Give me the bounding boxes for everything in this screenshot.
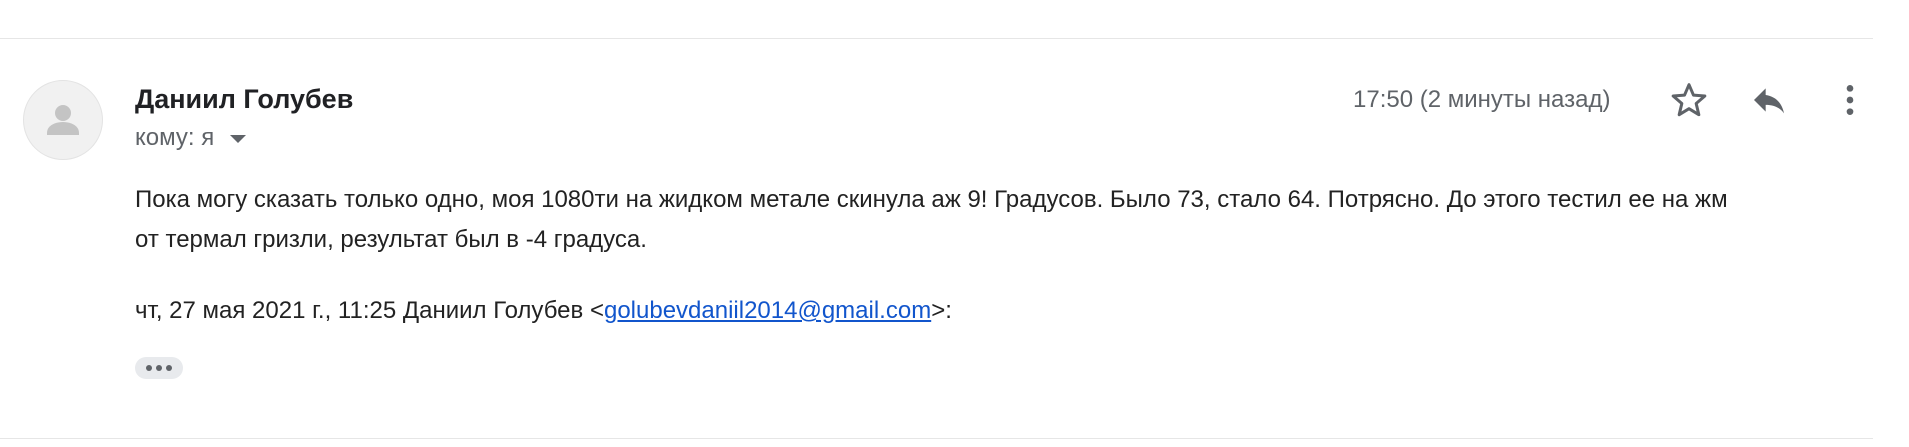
person-icon — [47, 105, 79, 135]
more-options-button[interactable] — [1826, 76, 1874, 124]
show-trimmed-content-button[interactable] — [135, 357, 183, 379]
sender-avatar[interactable] — [23, 80, 103, 160]
message-body-line: от термал гризли, результат был в -4 гра… — [135, 226, 647, 253]
ellipsis-icon — [166, 365, 172, 371]
quoted-message-header: чт, 27 мая 2021 г., 11:25 Даниил Голубев… — [135, 297, 952, 325]
bottom-divider — [0, 438, 1873, 439]
message-body-line: Пока могу сказать только одно, моя 1080т… — [135, 186, 1728, 213]
reply-icon — [1754, 88, 1784, 114]
message-timestamp: 17:50 (2 минуты назад) — [1353, 86, 1611, 113]
star-icon — [1671, 83, 1707, 117]
sender-email-link[interactable]: golubevdaniil2014@gmail.com — [604, 297, 931, 324]
message-body: Пока могу сказать только одно, моя 1080т… — [135, 180, 1875, 260]
quote-header-suffix: >: — [931, 297, 952, 324]
quote-header-prefix: чт, 27 мая 2021 г., 11:25 Даниил Голубев… — [135, 297, 604, 324]
top-divider — [0, 38, 1873, 39]
star-button[interactable] — [1665, 76, 1713, 124]
ellipsis-icon — [146, 365, 152, 371]
reply-button[interactable] — [1745, 76, 1793, 124]
recipient-details-toggle[interactable]: кому: я — [135, 124, 247, 152]
sender-name[interactable]: Даниил Голубев — [135, 84, 353, 115]
chevron-down-icon[interactable] — [230, 135, 247, 143]
more-vert-icon — [1846, 85, 1854, 115]
ellipsis-icon — [156, 365, 162, 371]
recipient-label: кому: я — [135, 124, 215, 151]
